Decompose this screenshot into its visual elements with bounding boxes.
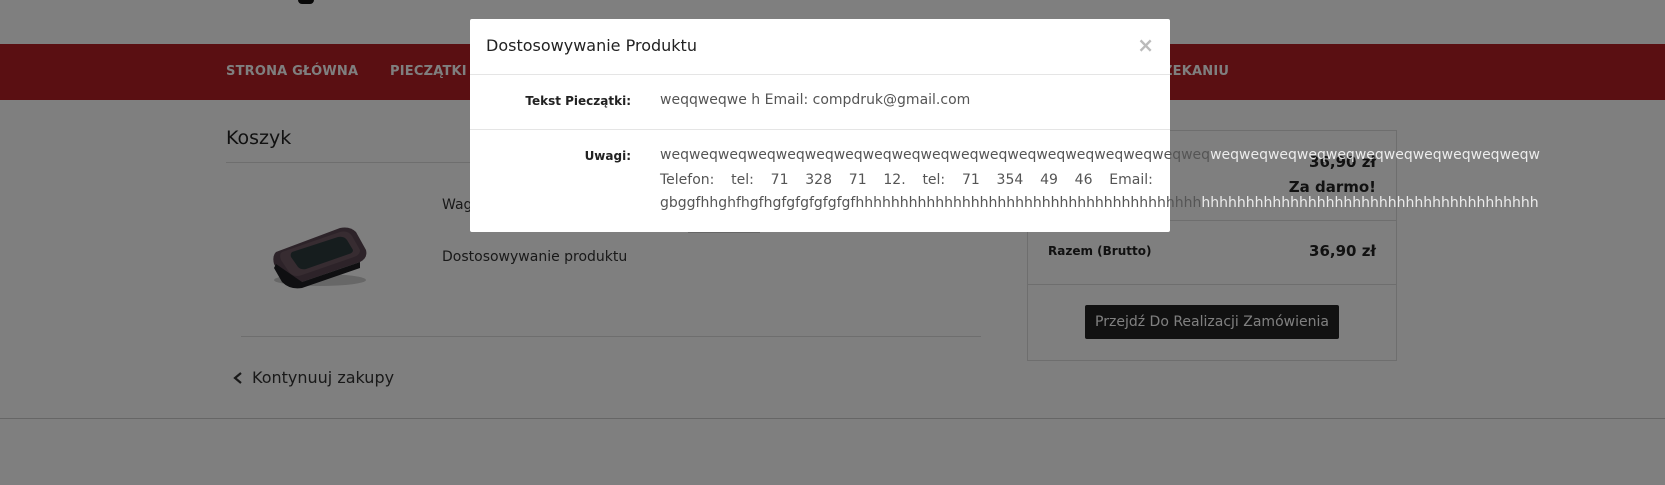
stamp-text-value: weqqweqwe h Email: compdruk@gmail.com (660, 92, 971, 108)
notes-line-3-overflow: hhhhhhhhhhhhhhhhhhhhhhhhhhhhhhhhhhhhhh (1201, 195, 1539, 211)
notes-line-2: Telefon: tel: 71 328 71 12. tel: 71 354 … (660, 172, 1153, 188)
notes-line-1-overflow: weqweqweqweqweqweqweqweqweqweqweqw (1210, 147, 1540, 163)
stamp-text-label: Tekst Pieczątki: (525, 94, 631, 108)
modal-title: Dostosowywanie Produktu (486, 36, 697, 55)
notes-word: tel: (731, 172, 754, 188)
notes-word: 49 (1040, 172, 1058, 188)
close-icon[interactable]: × (1137, 33, 1154, 57)
notes-word: 354 (996, 172, 1024, 188)
divider (470, 74, 1170, 75)
notes-line-1-text: weqweqweqweqweqweqweqweqweqweqweqweqweqw… (660, 147, 1211, 163)
notes-word: 328 (805, 172, 832, 188)
notes-line-3: gbggfhhghfhgfhgfgfgfgfgfgfhhhhhhhhhhhhhh… (660, 195, 1539, 211)
notes-word: 71 (770, 172, 789, 188)
divider (470, 129, 1170, 130)
notes-word: 71 (848, 172, 867, 188)
notes-word: 46 (1074, 172, 1093, 188)
notes-word: 71 (961, 172, 980, 188)
notes-word: 12. (883, 172, 906, 188)
customization-modal: Dostosowywanie Produktu × Tekst Pieczątk… (470, 19, 1540, 232)
notes-line-1: weqweqweqweqweqweqweqweqweqweqweqweqweqw… (660, 147, 1540, 163)
notes-word: Telefon: (660, 172, 715, 188)
notes-word: Email: (1109, 172, 1153, 188)
notes-label: Uwagi: (584, 149, 631, 163)
notes-word: tel: (922, 172, 946, 188)
notes-line-3-text: gbggfhhghfhgfhgfgfgfgfgfgfhhhhhhhhhhhhhh… (660, 195, 1202, 211)
